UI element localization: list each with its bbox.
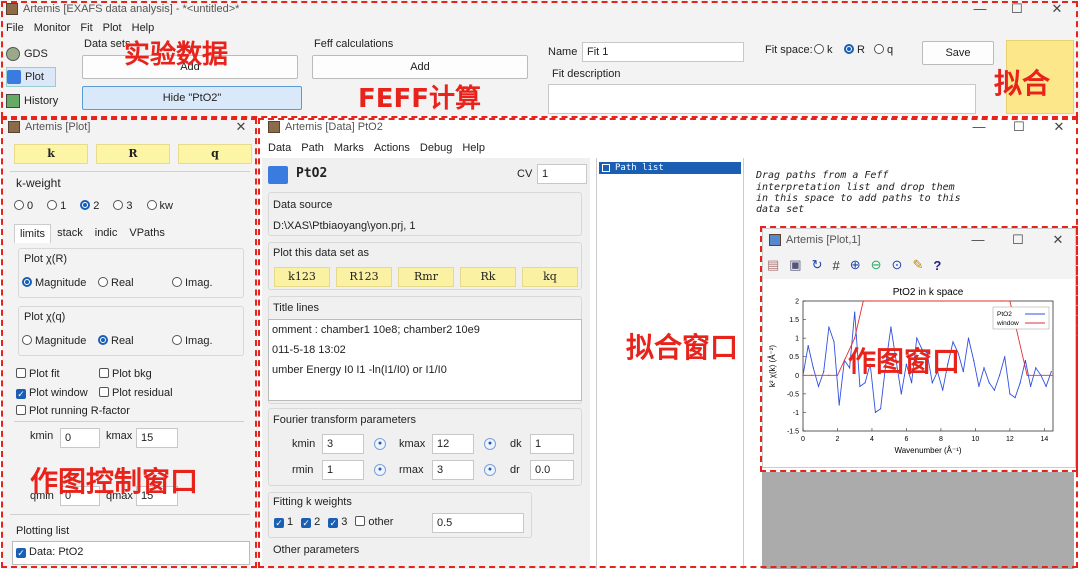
annotation-box-plotctl [1,118,257,568]
annotation-plotctl: 作图控制窗口 [30,465,199,498]
annotation-fitwin: 拟合窗口 [626,331,739,364]
annotation-data: 实验数据 [124,40,229,70]
annotation-fit: 拟合 [994,67,1051,100]
annotation-plotwin: 作图窗口 [848,345,961,378]
annotation-feff: FEFF计算 [358,84,482,114]
